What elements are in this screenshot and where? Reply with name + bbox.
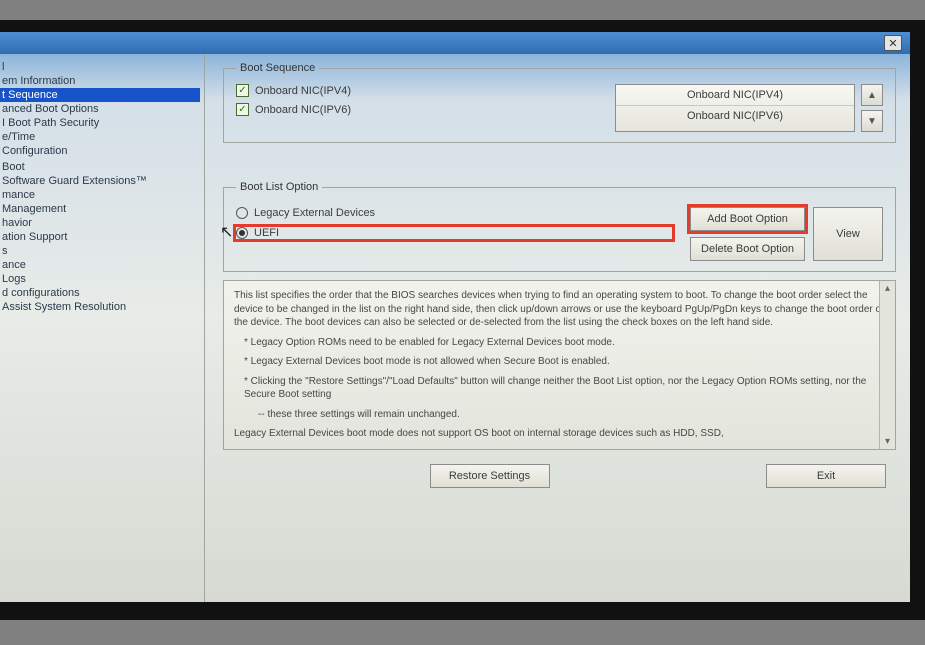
sidebar-item[interactable]: mance [0, 188, 200, 202]
sidebar-item[interactable]: s [0, 244, 200, 258]
boot-sequence-group: Boot Sequence ✓ Onboard NIC(IPV4) ✓ Onboard… [223, 62, 896, 143]
help-bullet: * Legacy External Devices boot mode is n… [244, 355, 885, 369]
boot-check-label: Onboard NIC(IPV6) [255, 104, 351, 116]
boot-list-option-legend: Boot List Option [236, 181, 322, 193]
move-up-button[interactable]: ▲ [861, 84, 883, 106]
help-text-box: This list specifies the order that the B… [223, 280, 896, 450]
exit-button[interactable]: Exit [766, 464, 886, 488]
sidebar-item[interactable]: e/Time [0, 130, 200, 144]
boot-check-row[interactable]: ✓ Onboard NIC(IPV6) [236, 103, 597, 116]
boot-list-radio[interactable]: UEFI [236, 227, 672, 239]
boot-order-item[interactable]: Onboard NIC(IPV6) [616, 106, 854, 126]
sidebar-item[interactable]: em Information [0, 74, 200, 88]
delete-boot-option-button[interactable]: Delete Boot Option [690, 237, 805, 261]
title-bar: ✕ [0, 32, 910, 54]
sidebar-item[interactable]: ance [0, 258, 200, 272]
restore-settings-button[interactable]: Restore Settings [430, 464, 550, 488]
scroll-down-icon[interactable]: ▾ [885, 436, 890, 447]
bios-screen: ✕ lem Informationt Sequenceanced Boot Op… [0, 32, 910, 602]
monitor-frame: ✕ lem Informationt Sequenceanced Boot Op… [0, 20, 925, 620]
boot-order-listbox[interactable]: Onboard NIC(IPV4)Onboard NIC(IPV6) [615, 84, 855, 132]
content-area: lem Informationt Sequenceanced Boot Opti… [0, 54, 910, 602]
sidebar-item[interactable]: t Sequence [0, 88, 200, 102]
help-bullet-sub: -- these three settings will remain unch… [258, 408, 885, 422]
sidebar-item[interactable]: l [0, 60, 200, 74]
add-boot-option-button[interactable]: Add Boot Option [690, 207, 805, 231]
help-bullet: * Legacy Option ROMs need to be enabled … [244, 336, 885, 350]
boot-check-row[interactable]: ✓ Onboard NIC(IPV4) [236, 84, 597, 97]
checkbox-icon[interactable]: ✓ [236, 103, 249, 116]
boot-sequence-legend: Boot Sequence [236, 62, 319, 74]
sidebar-item[interactable]: Management [0, 202, 200, 216]
radio-icon[interactable] [236, 207, 248, 219]
sidebar-item[interactable]: Configuration [0, 144, 200, 158]
checkbox-icon[interactable]: ✓ [236, 84, 249, 97]
settings-sidebar: lem Informationt Sequenceanced Boot Opti… [0, 54, 205, 602]
help-scrollbar[interactable]: ▴ ▾ [879, 281, 895, 449]
boot-check-label: Onboard NIC(IPV4) [255, 85, 351, 97]
sidebar-item[interactable]: Assist System Resolution [0, 300, 200, 314]
help-paragraph: Legacy External Devices boot mode does n… [234, 427, 885, 441]
sidebar-item[interactable]: Software Guard Extensions™ [0, 174, 200, 188]
radio-icon[interactable] [236, 227, 248, 239]
help-paragraph: This list specifies the order that the B… [234, 289, 885, 330]
sidebar-item[interactable]: anced Boot Options [0, 102, 200, 116]
scroll-up-icon[interactable]: ▴ [885, 283, 890, 294]
help-bullet: * Clicking the "Restore Settings"/"Load … [244, 375, 885, 402]
boot-list-option-group: Boot List Option Legacy External Devices… [223, 181, 896, 272]
view-button[interactable]: View [813, 207, 883, 261]
sidebar-item[interactable]: ation Support [0, 230, 200, 244]
sidebar-item[interactable]: havior [0, 216, 200, 230]
sidebar-item[interactable]: I Boot Path Security [0, 116, 200, 130]
boot-list-radio[interactable]: Legacy External Devices [236, 207, 672, 219]
move-down-button[interactable]: ▼ [861, 110, 883, 132]
sidebar-item[interactable]: Boot [0, 160, 200, 174]
sidebar-item[interactable]: Logs [0, 272, 200, 286]
radio-label: UEFI [254, 227, 279, 239]
close-button[interactable]: ✕ [884, 35, 902, 51]
footer-buttons: Restore Settings Exit [223, 458, 896, 492]
radio-label: Legacy External Devices [254, 207, 375, 219]
boot-order-item[interactable]: Onboard NIC(IPV4) [616, 85, 854, 106]
main-panel: Boot Sequence ✓ Onboard NIC(IPV4) ✓ Onboard… [205, 54, 910, 602]
sidebar-item[interactable]: d configurations [0, 286, 200, 300]
